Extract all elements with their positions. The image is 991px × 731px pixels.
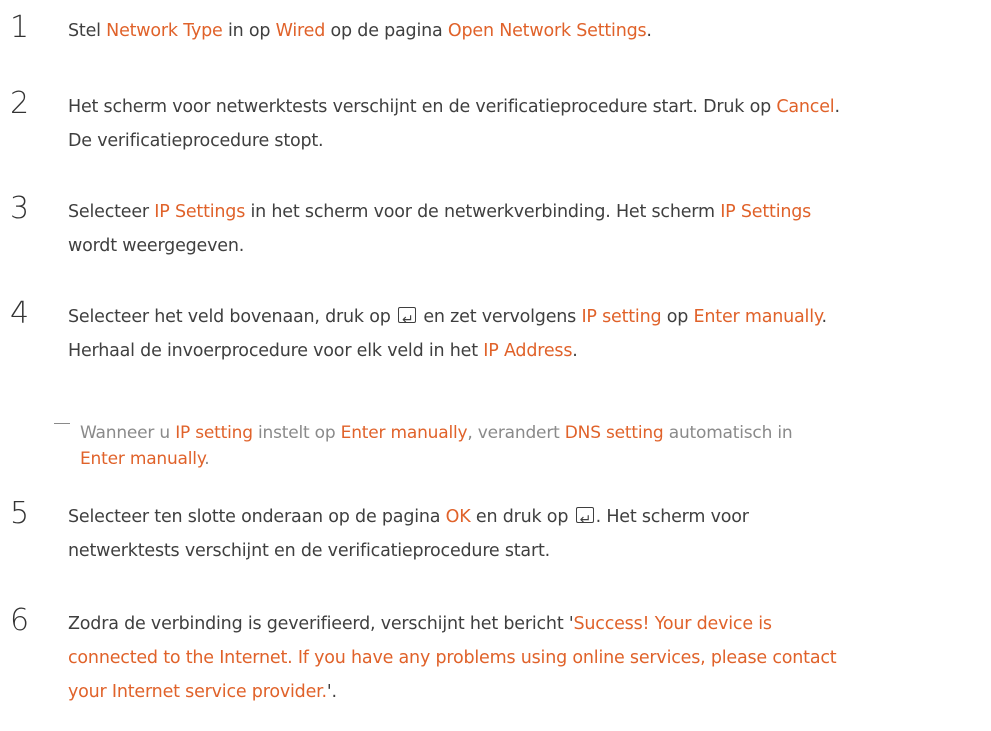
step-number: 2 xyxy=(10,86,30,121)
step-4-note: Wanneer u IP setting instelt op Enter ma… xyxy=(54,420,974,472)
step-text: Stel Network Type in op Wired op de pagi… xyxy=(68,21,652,41)
menu-term: Network Type xyxy=(106,21,223,41)
menu-term: IP Address xyxy=(483,341,573,361)
menu-term: Cancel xyxy=(776,97,835,117)
step-number: 1 xyxy=(10,10,30,45)
step-text: Het scherm voor netwerktests verschijnt … xyxy=(68,97,840,151)
step-number: 5 xyxy=(10,496,30,531)
menu-term: Wired xyxy=(275,21,326,41)
menu-term: Enter manually xyxy=(693,307,822,327)
menu-term: IP setting xyxy=(175,423,253,443)
step-text: Zodra de verbinding is geverifieerd, ver… xyxy=(68,614,837,702)
note-dash-icon xyxy=(54,423,70,424)
success-message: your Internet service provider. xyxy=(68,682,327,702)
menu-term: IP Settings xyxy=(720,202,812,222)
success-message: connected to the Internet. If you have a… xyxy=(68,648,837,668)
menu-term: IP setting xyxy=(581,307,662,327)
step-number: 3 xyxy=(10,191,30,226)
menu-term: Enter manually xyxy=(340,423,468,443)
enter-key-icon xyxy=(397,303,416,337)
step-number: 4 xyxy=(10,296,30,331)
menu-term: IP Settings xyxy=(154,202,246,222)
step-number: 6 xyxy=(10,603,30,638)
step-text: Selecteer ten slotte onderaan op de pagi… xyxy=(68,500,978,568)
menu-term: Open Network Settings xyxy=(447,21,647,41)
menu-term: DNS setting xyxy=(564,423,664,443)
step-text: Selecteer IP Settings in het scherm voor… xyxy=(68,202,812,256)
menu-term: OK xyxy=(445,507,471,527)
menu-term: Enter manually xyxy=(80,449,205,469)
enter-key-icon xyxy=(575,503,594,537)
step-text: Selecteer het veld bovenaan, druk op en … xyxy=(68,300,978,368)
success-message: Success! Your device is xyxy=(573,614,772,634)
